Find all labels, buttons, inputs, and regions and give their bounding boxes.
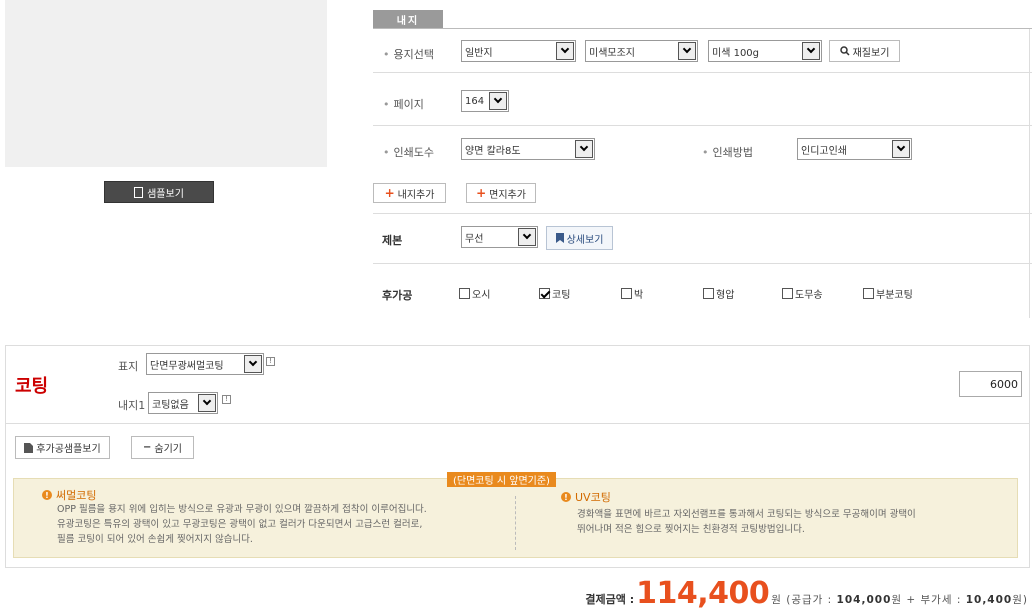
checkbox[interactable] <box>459 288 470 299</box>
front-side-tag: (단면코팅 시 앞면기준) <box>447 472 556 487</box>
chevron-down-icon <box>802 42 820 60</box>
row-divider <box>373 125 1032 126</box>
sample-view-label: 샘플보기 <box>147 188 184 200</box>
print-method-select[interactable]: 인디고인쇄 <box>797 138 912 160</box>
finishing-option-label: 박 <box>634 290 644 301</box>
chevron-down-icon <box>489 92 507 110</box>
material-view-label: 재질보기 <box>852 47 890 59</box>
chevron-down-icon <box>575 140 593 158</box>
uv-coating-heading: ! UV코팅 <box>561 489 611 505</box>
add-endpaper-button[interactable]: + 면지추가 <box>466 183 536 203</box>
chevron-down-icon <box>198 394 216 412</box>
inner-coating-select[interactable]: 코팅없음 <box>148 392 218 414</box>
checkbox[interactable] <box>703 288 714 299</box>
document-icon <box>134 186 144 198</box>
minus-icon: − <box>143 442 152 453</box>
coating-quantity-field[interactable]: 6000 <box>959 371 1022 397</box>
finishing-option[interactable]: 코팅 <box>539 286 570 301</box>
thermal-coating-desc: OPP 필름을 용지 위에 입히는 방식으로 유광과 무광이 있으며 깔끔하게 … <box>57 504 427 545</box>
chevron-down-icon <box>556 42 574 60</box>
coating-divider <box>5 423 1030 424</box>
exclamation-icon: ! <box>42 490 52 500</box>
chevron-down-icon <box>678 42 696 60</box>
checkbox[interactable] <box>863 288 874 299</box>
finishing-option-label: 형압 <box>716 290 735 301</box>
section-divider <box>373 28 1032 29</box>
hide-button[interactable]: − 숨기기 <box>131 436 194 459</box>
total-amount: 114,400 <box>636 576 770 611</box>
finishing-option[interactable]: 형압 <box>703 286 734 301</box>
bookmark-icon <box>555 233 564 243</box>
cover-coating-select[interactable]: 단면무광써멀코팅 <box>146 353 264 375</box>
finishing-option-label: 오시 <box>472 290 491 301</box>
finishing-option-label: 코팅 <box>552 290 571 301</box>
info-icon[interactable]: ! <box>222 395 231 404</box>
document-icon <box>24 442 34 453</box>
plus-icon: + <box>476 186 487 200</box>
chevron-down-icon <box>244 355 262 373</box>
material-view-button[interactable]: 재질보기 <box>829 40 900 62</box>
sample-view-button[interactable]: 샘플보기 <box>104 181 214 203</box>
row-divider <box>373 263 1032 264</box>
print-method-label: • 인쇄방법 <box>702 146 753 159</box>
binding-label: 제본 <box>382 234 403 247</box>
coating-title: 코팅 <box>15 376 49 397</box>
paper-weight-select[interactable]: 미색 100g <box>708 40 822 62</box>
cover-coating-label: 표지 <box>118 360 139 373</box>
page-label: • 페이지 <box>383 98 424 111</box>
info-icon[interactable]: ! <box>266 357 275 366</box>
product-image-area <box>5 0 327 167</box>
thermal-coating-heading: ! 써멀코팅 <box>42 487 96 503</box>
checkbox-checked[interactable] <box>539 288 550 299</box>
total-breakdown: 원 (공급가 : 104,000원 + 부가세 : 10,400원) <box>771 594 1028 606</box>
checkbox[interactable] <box>621 288 632 299</box>
paper-type-select[interactable]: 일반지 <box>461 40 576 62</box>
finishing-option-label: 도무송 <box>795 290 823 301</box>
page-count-select[interactable]: 164 <box>461 90 509 112</box>
print-color-select[interactable]: 양면 칼라8도 <box>461 138 595 160</box>
inner-coating-label: 내지1 <box>118 399 146 412</box>
add-inner-button[interactable]: + 내지추가 <box>373 183 446 203</box>
total-label: 결제금액 : <box>585 593 635 606</box>
finishing-option[interactable]: 부분코팅 <box>863 286 913 301</box>
finishing-option[interactable]: 도무송 <box>782 286 823 301</box>
uv-coating-desc: 경화액을 표면에 바르고 자외선램프를 통과해서 코팅되는 방식으로 무공해이며… <box>577 509 916 535</box>
info-divider <box>515 496 516 550</box>
checkbox[interactable] <box>782 288 793 299</box>
binding-select[interactable]: 무선 <box>461 226 538 248</box>
chevron-down-icon <box>518 228 536 246</box>
search-icon <box>839 46 850 56</box>
exclamation-icon: ! <box>561 492 571 502</box>
finishing-option[interactable]: 박 <box>621 286 643 301</box>
paper-select-label: • 용지선택 <box>383 48 434 61</box>
plus-icon: + <box>384 186 395 200</box>
inner-section-tab: 내지 <box>373 10 443 28</box>
paper-name-select[interactable]: 미색모조지 <box>585 40 698 62</box>
print-color-label: • 인쇄도수 <box>383 146 434 159</box>
finishing-option[interactable]: 오시 <box>459 286 490 301</box>
finishing-label: 후가공 <box>382 289 413 302</box>
row-divider <box>373 213 1032 214</box>
binding-detail-button[interactable]: 상세보기 <box>546 226 613 250</box>
finishing-sample-button[interactable]: 후가공샘플보기 <box>15 436 110 459</box>
payment-total: 결제금액 : 114,400 원 (공급가 : 104,000원 + 부가세 :… <box>585 576 1028 611</box>
finishing-option-label: 부분코팅 <box>876 290 913 301</box>
chevron-down-icon <box>892 140 910 158</box>
row-divider <box>373 72 1032 73</box>
